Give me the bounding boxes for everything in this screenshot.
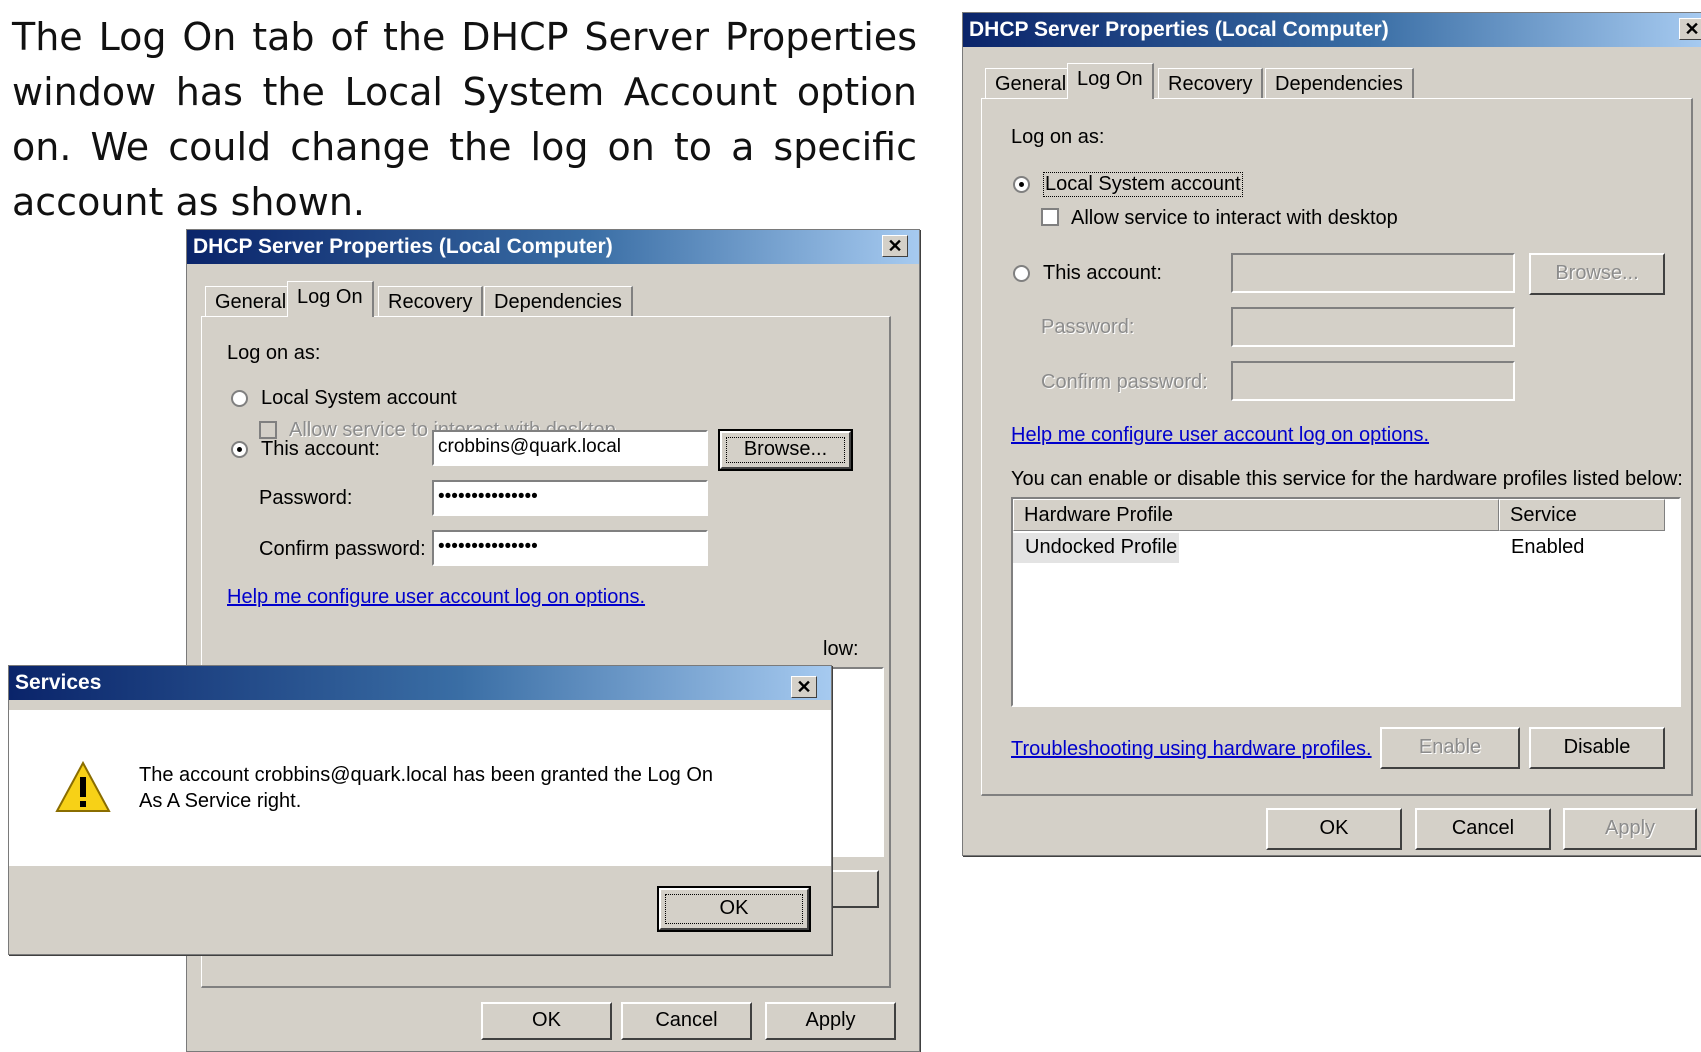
services-message-line1: The account crobbins@quark.local has bee…	[139, 764, 714, 786]
right-this-account-radio[interactable]	[1013, 265, 1030, 282]
tab-general[interactable]: General	[205, 286, 298, 317]
column-header-profile[interactable]: Hardware Profile	[1013, 499, 1499, 531]
right-properties-dialog: DHCP Server Properties (Local Computer) …	[962, 12, 1701, 856]
column-header-service[interactable]: Service	[1499, 499, 1665, 531]
troubleshooting-link[interactable]: Troubleshooting using hardware profiles.	[1011, 738, 1372, 761]
services-titlebar: Services	[9, 666, 831, 700]
password-input[interactable]: •••••••••••••••	[432, 480, 708, 516]
row-profile-name: Undocked Profile	[1025, 536, 1178, 558]
right-this-account-label: This account:	[1043, 262, 1162, 284]
left-dialog-titlebar: DHCP Server Properties (Local Computer)	[187, 230, 919, 264]
tab-dependencies[interactable]: Dependencies	[484, 286, 633, 317]
password-label: Password:	[259, 487, 353, 509]
enable-button[interactable]: Enable	[1380, 727, 1520, 769]
disable-button[interactable]: Disable	[1529, 727, 1665, 769]
hardware-profile-list[interactable]: Hardware Profile Service Undocked Profil…	[1011, 497, 1681, 707]
right-help-configure-link[interactable]: Help me configure user account log on op…	[1011, 424, 1429, 447]
close-icon[interactable]: ✕	[882, 235, 908, 257]
services-close-icon[interactable]: ✕	[791, 676, 817, 698]
right-ok-button[interactable]: OK	[1266, 808, 1402, 850]
right-tab-recovery[interactable]: Recovery	[1158, 68, 1264, 99]
confirm-password-label: Confirm password:	[259, 538, 426, 560]
left-apply-button[interactable]: Apply	[765, 1002, 896, 1040]
tab-log-on[interactable]: Log On	[287, 281, 374, 317]
right-log-on-as-label: Log on as:	[1011, 126, 1105, 148]
caption-text: The Log On tab of the DHCP Server Proper…	[12, 15, 917, 224]
profiles-description: You can enable or disable this service f…	[1011, 468, 1683, 490]
right-cancel-button[interactable]: Cancel	[1415, 808, 1551, 850]
right-dialog-titlebar: DHCP Server Properties (Local Computer)	[963, 13, 1701, 47]
right-confirm-password-input[interactable]	[1231, 361, 1515, 401]
left-cancel-button[interactable]: Cancel	[621, 1002, 752, 1040]
account-input[interactable]: crobbins@quark.local	[432, 430, 708, 466]
services-message-dialog: Services ✕ The account crobbins@quark.lo…	[8, 665, 832, 955]
right-password-label: Password:	[1041, 316, 1135, 338]
partial-profiles-text: low:	[823, 638, 859, 660]
right-confirm-password-label: Confirm password:	[1041, 371, 1208, 393]
table-row[interactable]: Undocked Profile	[1013, 533, 1179, 563]
right-close-icon[interactable]: ✕	[1679, 18, 1701, 40]
right-account-input[interactable]	[1231, 253, 1515, 293]
right-local-system-label: Local System account	[1043, 172, 1243, 197]
local-system-radio[interactable]	[231, 390, 248, 407]
tab-recovery[interactable]: Recovery	[378, 286, 484, 317]
browse-button[interactable]: Browse...	[718, 429, 853, 471]
local-system-label: Local System account	[261, 387, 457, 409]
warning-icon	[55, 760, 111, 813]
right-apply-button[interactable]: Apply	[1563, 808, 1697, 850]
services-message-line2: As A Service right.	[139, 790, 302, 812]
right-browse-button[interactable]: Browse...	[1529, 253, 1665, 295]
log-on-as-label: Log on as:	[227, 342, 321, 364]
left-dialog-title: DHCP Server Properties (Local Computer)	[193, 235, 613, 258]
this-account-radio[interactable]	[231, 441, 248, 458]
help-configure-link[interactable]: Help me configure user account log on op…	[227, 586, 645, 609]
confirm-password-input[interactable]: •••••••••••••••	[432, 530, 708, 566]
services-title: Services	[15, 671, 102, 694]
right-password-input[interactable]	[1231, 307, 1515, 347]
left-ok-button[interactable]: OK	[481, 1002, 612, 1040]
right-allow-interact-checkbox[interactable]	[1041, 208, 1059, 226]
right-allow-interact-label: Allow service to interact with desktop	[1071, 207, 1398, 229]
allow-interact-checkbox[interactable]	[259, 421, 277, 439]
services-ok-button[interactable]: OK	[657, 886, 811, 932]
right-tab-log-on[interactable]: Log On	[1067, 63, 1154, 99]
right-local-system-radio[interactable]	[1013, 176, 1030, 193]
services-message-area	[9, 710, 831, 866]
right-tab-general[interactable]: General	[985, 68, 1078, 99]
this-account-label: This account:	[261, 438, 380, 460]
right-dialog-title: DHCP Server Properties (Local Computer)	[969, 18, 1389, 41]
right-tab-dependencies[interactable]: Dependencies	[1265, 68, 1414, 99]
row-service-status: Enabled	[1511, 536, 1585, 558]
